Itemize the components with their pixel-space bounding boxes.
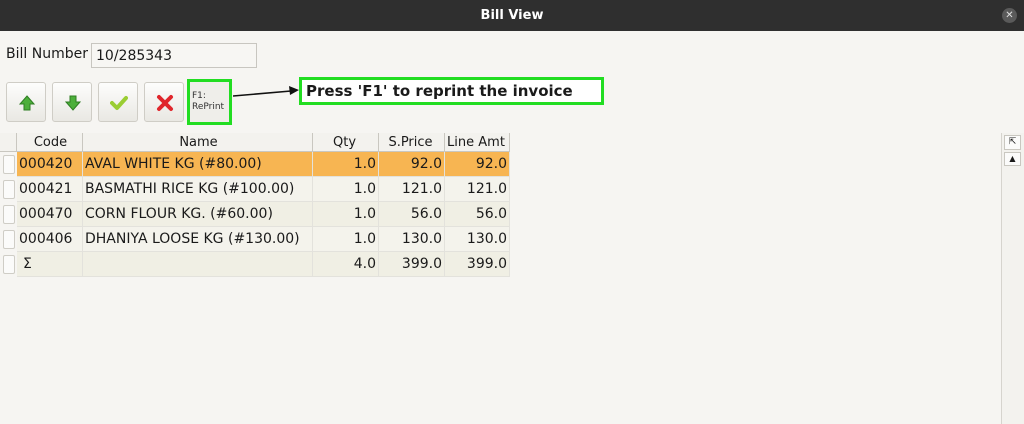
annotation-arrow-icon bbox=[233, 86, 299, 97]
row-header[interactable] bbox=[0, 202, 17, 227]
scroll-up-icon[interactable]: ▲ bbox=[1004, 152, 1021, 166]
cell-line-amt: 56.0 bbox=[445, 202, 510, 227]
reprint-button[interactable]: F1: RePrint bbox=[187, 79, 232, 125]
cell-price: 92.0 bbox=[379, 152, 445, 177]
table-row[interactable]: 000406 DHANIYA LOOSE KG (#130.00) 1.0 13… bbox=[0, 227, 510, 252]
cell-price: 130.0 bbox=[379, 227, 445, 252]
table-row[interactable]: 000470 CORN FLOUR KG. (#60.00) 1.0 56.0 … bbox=[0, 202, 510, 227]
next-bill-button[interactable] bbox=[52, 82, 92, 122]
cell-price: 121.0 bbox=[379, 177, 445, 202]
cell-qty: 1.0 bbox=[313, 177, 379, 202]
column-header-name[interactable]: Name bbox=[83, 133, 313, 152]
cell-name bbox=[83, 252, 313, 277]
cell-line-amt: 92.0 bbox=[445, 152, 510, 177]
column-header-line-amt[interactable]: Line Amt bbox=[445, 133, 510, 152]
cell-name: CORN FLOUR KG. (#60.00) bbox=[83, 202, 313, 227]
bill-number-label: Bill Number bbox=[6, 46, 88, 62]
table-row[interactable]: 000421 BASMATHI RICE KG (#100.00) 1.0 12… bbox=[0, 177, 510, 202]
row-header-corner bbox=[0, 133, 17, 152]
cell-total-line-amt: 399.0 bbox=[445, 252, 510, 277]
row-header[interactable] bbox=[0, 252, 17, 277]
cell-sum-symbol: Σ bbox=[17, 252, 83, 277]
window-title: Bill View bbox=[480, 8, 544, 23]
arrow-down-icon bbox=[64, 95, 82, 111]
reprint-label: RePrint bbox=[192, 102, 225, 112]
vertical-scrollbar[interactable]: ⇱ ▲ bbox=[1001, 133, 1024, 424]
cross-icon bbox=[157, 95, 173, 111]
reprint-callout: Press 'F1' to reprint the invoice bbox=[299, 77, 604, 105]
previous-bill-button[interactable] bbox=[6, 82, 46, 122]
cell-name: BASMATHI RICE KG (#100.00) bbox=[83, 177, 313, 202]
cell-line-amt: 130.0 bbox=[445, 227, 510, 252]
cell-line-amt: 121.0 bbox=[445, 177, 510, 202]
column-header-qty[interactable]: Qty bbox=[313, 133, 379, 152]
cell-qty: 1.0 bbox=[313, 202, 379, 227]
reprint-shortcut-label: F1: bbox=[192, 91, 206, 101]
column-header-price[interactable]: S.Price bbox=[379, 133, 445, 152]
row-header[interactable] bbox=[0, 227, 17, 252]
cell-code: 000470 bbox=[17, 202, 83, 227]
cell-code: 000421 bbox=[17, 177, 83, 202]
table-total-row: Σ 4.0 399.0 399.0 bbox=[0, 252, 510, 277]
title-bar: Bill View ✕ bbox=[0, 0, 1024, 31]
cell-qty: 1.0 bbox=[313, 152, 379, 177]
cell-name: DHANIYA LOOSE KG (#130.00) bbox=[83, 227, 313, 252]
cell-total-qty: 4.0 bbox=[313, 252, 379, 277]
close-icon[interactable]: ✕ bbox=[1002, 8, 1017, 23]
cell-code: 000420 bbox=[17, 152, 83, 177]
checkmark-icon bbox=[110, 96, 128, 110]
bill-number-input[interactable] bbox=[91, 43, 257, 68]
ok-button[interactable] bbox=[98, 82, 138, 122]
cell-name: AVAL WHITE KG (#80.00) bbox=[83, 152, 313, 177]
arrow-up-icon bbox=[18, 95, 36, 111]
cell-qty: 1.0 bbox=[313, 227, 379, 252]
column-header-code[interactable]: Code bbox=[17, 133, 83, 152]
row-header[interactable] bbox=[0, 152, 17, 177]
table-row[interactable]: 000420 AVAL WHITE KG (#80.00) 1.0 92.0 9… bbox=[0, 152, 510, 177]
cancel-button[interactable] bbox=[144, 82, 184, 122]
grid-header: Code Name Qty S.Price Line Amt bbox=[0, 133, 510, 152]
cell-code: 000406 bbox=[17, 227, 83, 252]
row-header[interactable] bbox=[0, 177, 17, 202]
column-chooser-icon[interactable]: ⇱ bbox=[1004, 135, 1021, 150]
cell-total-price: 399.0 bbox=[379, 252, 445, 277]
bill-items-grid: Code Name Qty S.Price Line Amt 000420 AV… bbox=[0, 133, 994, 424]
cell-price: 56.0 bbox=[379, 202, 445, 227]
